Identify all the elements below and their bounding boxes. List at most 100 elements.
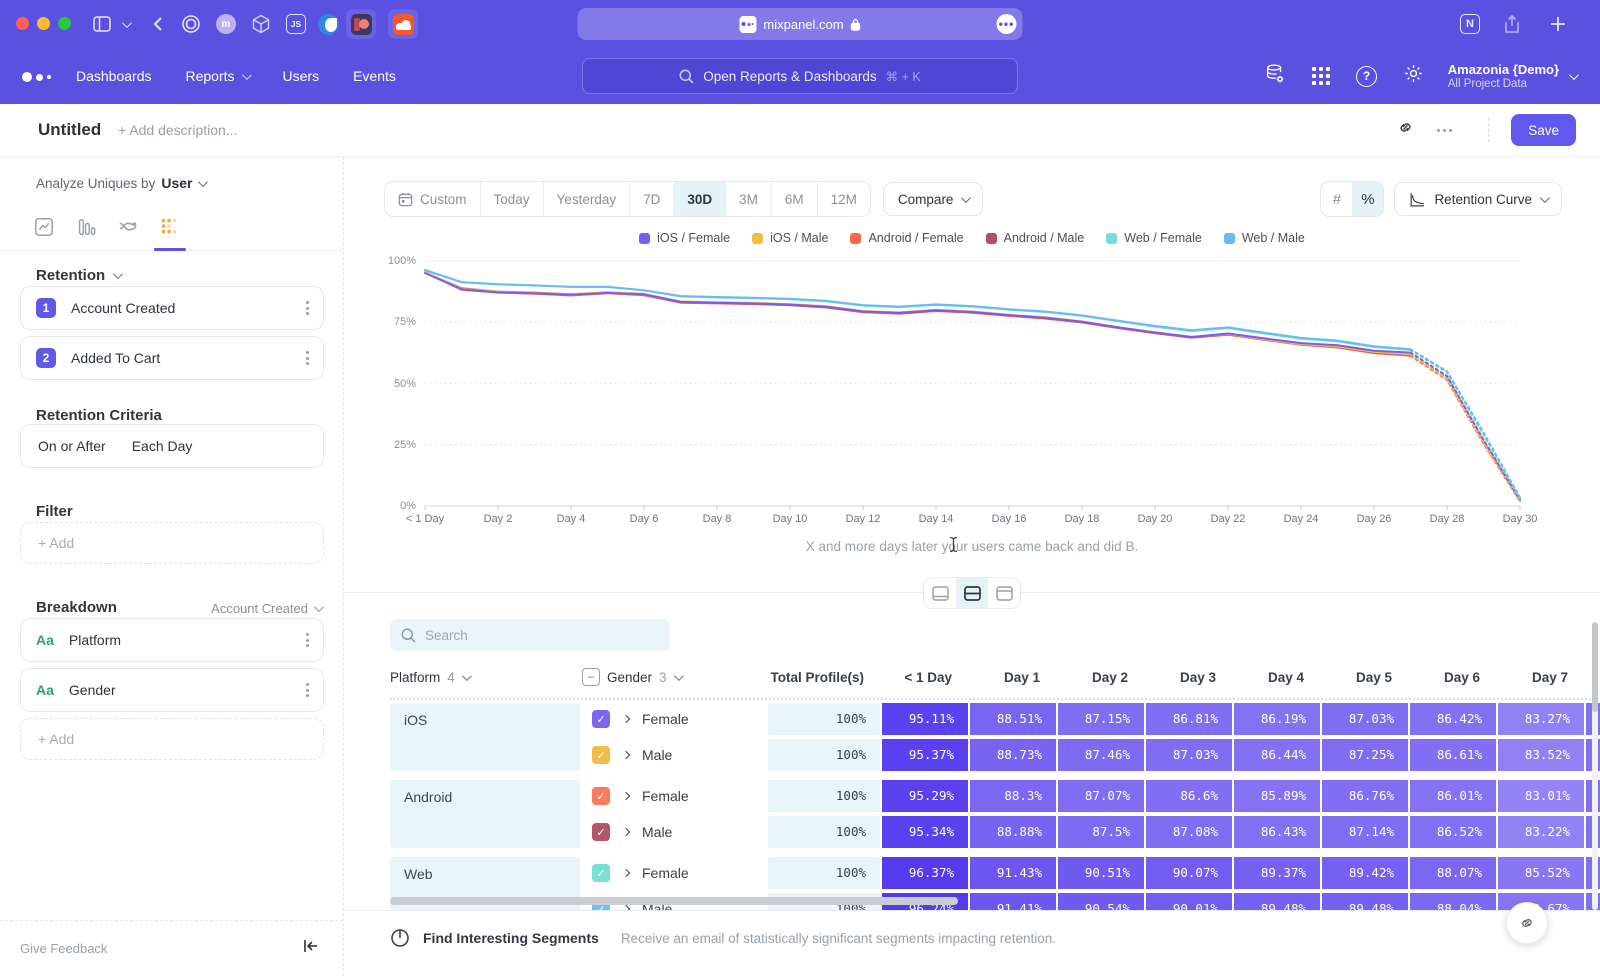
help-icon[interactable]: ? [1356, 66, 1377, 87]
retention-value-cell[interactable]: 83.52% [1498, 739, 1584, 771]
range-custom[interactable]: Custom [385, 182, 480, 216]
step-1-label[interactable]: Account Created [71, 300, 175, 316]
series-android---female[interactable] [1411, 356, 1521, 502]
retention-value-cell[interactable]: 87.14% [1322, 816, 1408, 848]
extension-bird-icon[interactable] [313, 9, 343, 39]
filter-add-button[interactable]: + Add [20, 522, 324, 564]
retention-value-cell[interactable]: 88.73% [970, 739, 1056, 771]
retention-value-cell[interactable]: 86.6% [1146, 780, 1232, 812]
series-ios---male[interactable] [1411, 354, 1521, 501]
expand-row-icon[interactable] [622, 751, 630, 759]
retention-value-cell[interactable]: 88.07% [1410, 857, 1496, 889]
zoom-window-button[interactable] [58, 17, 71, 30]
retention-value-cell[interactable]: 88.3% [970, 780, 1056, 812]
criteria-each-day[interactable]: Each Day [132, 438, 193, 454]
extension-soundcloud-icon[interactable] [388, 9, 418, 39]
share-link-fab[interactable] [1506, 902, 1548, 944]
criteria-on-or-after[interactable]: On or After [38, 438, 106, 454]
nav-item-dashboards[interactable]: Dashboards [76, 68, 152, 84]
retention-value-cell[interactable]: 86.01% [1410, 780, 1496, 812]
project-switcher[interactable]: Amazonia {Demo} All Project Data [1448, 48, 1576, 104]
legend-item[interactable]: iOS / Male [752, 231, 828, 245]
extension-blocker-icon[interactable] [346, 9, 376, 39]
retention-value-cell[interactable]: 86.52% [1410, 816, 1496, 848]
retention-value-cell[interactable]: 86.42% [1410, 703, 1496, 735]
notion-extension-icon[interactable]: N [1458, 12, 1482, 36]
analyze-value[interactable]: User [161, 175, 192, 191]
retention-value-cell[interactable]: 95.11% [882, 703, 968, 735]
gender-cell[interactable]: ✓Female [582, 780, 766, 812]
range-7d[interactable]: 7D [629, 182, 673, 216]
back-icon[interactable] [146, 12, 170, 36]
nav-item-events[interactable]: Events [353, 68, 396, 84]
breakdown-add-button[interactable]: + Add [20, 718, 324, 760]
extension-js-icon[interactable]: JS [281, 9, 311, 39]
view-chart-only[interactable] [924, 578, 956, 608]
retention-value-cell[interactable]: 85.52% [1498, 857, 1584, 889]
copy-link-icon[interactable] [1396, 118, 1415, 142]
select-all-checkbox[interactable]: – [582, 668, 600, 686]
legend-item[interactable]: Android / Male [986, 231, 1085, 245]
retention-value-cell[interactable]: 88.51% [970, 703, 1056, 735]
platform-column-header[interactable]: Platform 4 [390, 670, 580, 685]
range-today[interactable]: Today [480, 182, 543, 216]
retention-value-cell[interactable]: 83.01% [1498, 780, 1584, 812]
range-3m[interactable]: 3M [725, 182, 771, 216]
retention-value-cell[interactable]: 86.43% [1234, 816, 1320, 848]
range-30d[interactable]: 30D [673, 182, 725, 216]
retention-value-cell[interactable]: 90.51% [1058, 857, 1144, 889]
retention-section-header[interactable]: Retention [36, 267, 120, 284]
minimize-window-button[interactable] [37, 17, 50, 30]
series-checkbox[interactable]: ✓ [592, 746, 610, 764]
gender-cell[interactable]: ✓Female [582, 857, 766, 889]
tab-flows[interactable] [112, 211, 144, 243]
save-button[interactable]: Save [1511, 114, 1576, 146]
close-window-button[interactable] [16, 17, 29, 30]
retention-value-cell[interactable]: 89.42% [1322, 857, 1408, 889]
retention-value-cell[interactable]: 83.22% [1498, 816, 1584, 848]
retention-value-cell[interactable]: 89.48% [1234, 893, 1320, 910]
expand-row-icon[interactable] [622, 869, 630, 877]
retention-value-cell[interactable]: 86.61% [1410, 739, 1496, 771]
tab-list-chevron-icon[interactable] [118, 12, 132, 36]
day-column-header[interactable]: Day 4 [1234, 670, 1320, 685]
series-checkbox[interactable]: ✓ [592, 864, 610, 882]
day-column-header[interactable]: Day 3 [1146, 670, 1232, 685]
segments-title[interactable]: Find Interesting Segments [423, 930, 599, 946]
expand-row-icon[interactable] [622, 715, 630, 723]
retention-step-1[interactable]: 1 Account Created [20, 286, 324, 330]
sidebar-toggle-icon[interactable] [90, 12, 114, 36]
retention-value-cell[interactable]: 83.27% [1498, 703, 1584, 735]
retention-value-cell[interactable]: 86.76% [1322, 780, 1408, 812]
breakdown-gender[interactable]: Aa Gender [20, 668, 324, 712]
tab-retention-selected[interactable] [154, 211, 186, 243]
retention-value-cell[interactable]: 91.41% [970, 893, 1056, 910]
percent-toggle[interactable]: % [1352, 182, 1383, 216]
day-column-header[interactable]: Day 6 [1410, 670, 1496, 685]
table-search[interactable]: Search [390, 619, 670, 651]
series-checkbox[interactable]: ✓ [592, 787, 610, 805]
day-column-header[interactable]: Day 1 [970, 670, 1056, 685]
retention-value-cell[interactable]: 91.43% [970, 857, 1056, 889]
day-column-header[interactable]: Day 5 [1322, 670, 1408, 685]
step-2-more-icon[interactable] [306, 351, 309, 365]
series-ios---female[interactable] [1411, 353, 1521, 500]
step-2-label[interactable]: Added To Cart [71, 350, 160, 366]
day-column-header[interactable]: Day 2 [1058, 670, 1144, 685]
retention-chart[interactable] [344, 253, 1574, 521]
compare-button[interactable]: Compare [883, 182, 984, 216]
legend-item[interactable]: Android / Female [850, 231, 963, 245]
day-column-header[interactable]: Day 7 [1498, 670, 1584, 685]
mixpanel-logo[interactable] [22, 72, 51, 82]
new-tab-icon[interactable] [1546, 12, 1570, 36]
retention-value-cell[interactable]: 88.88% [970, 816, 1056, 848]
extension-target-icon[interactable] [176, 9, 206, 39]
tab-insights[interactable] [28, 211, 60, 243]
retention-value-cell[interactable]: 85.89% [1234, 780, 1320, 812]
retention-value-cell[interactable]: 87.25% [1322, 739, 1408, 771]
retention-value-cell[interactable]: 90.01% [1146, 893, 1232, 910]
series-checkbox[interactable]: ✓ [592, 823, 610, 841]
extension-cube-icon[interactable] [246, 9, 276, 39]
breakdown-platform[interactable]: Aa Platform [20, 618, 324, 662]
series-android---female[interactable] [425, 273, 1411, 356]
